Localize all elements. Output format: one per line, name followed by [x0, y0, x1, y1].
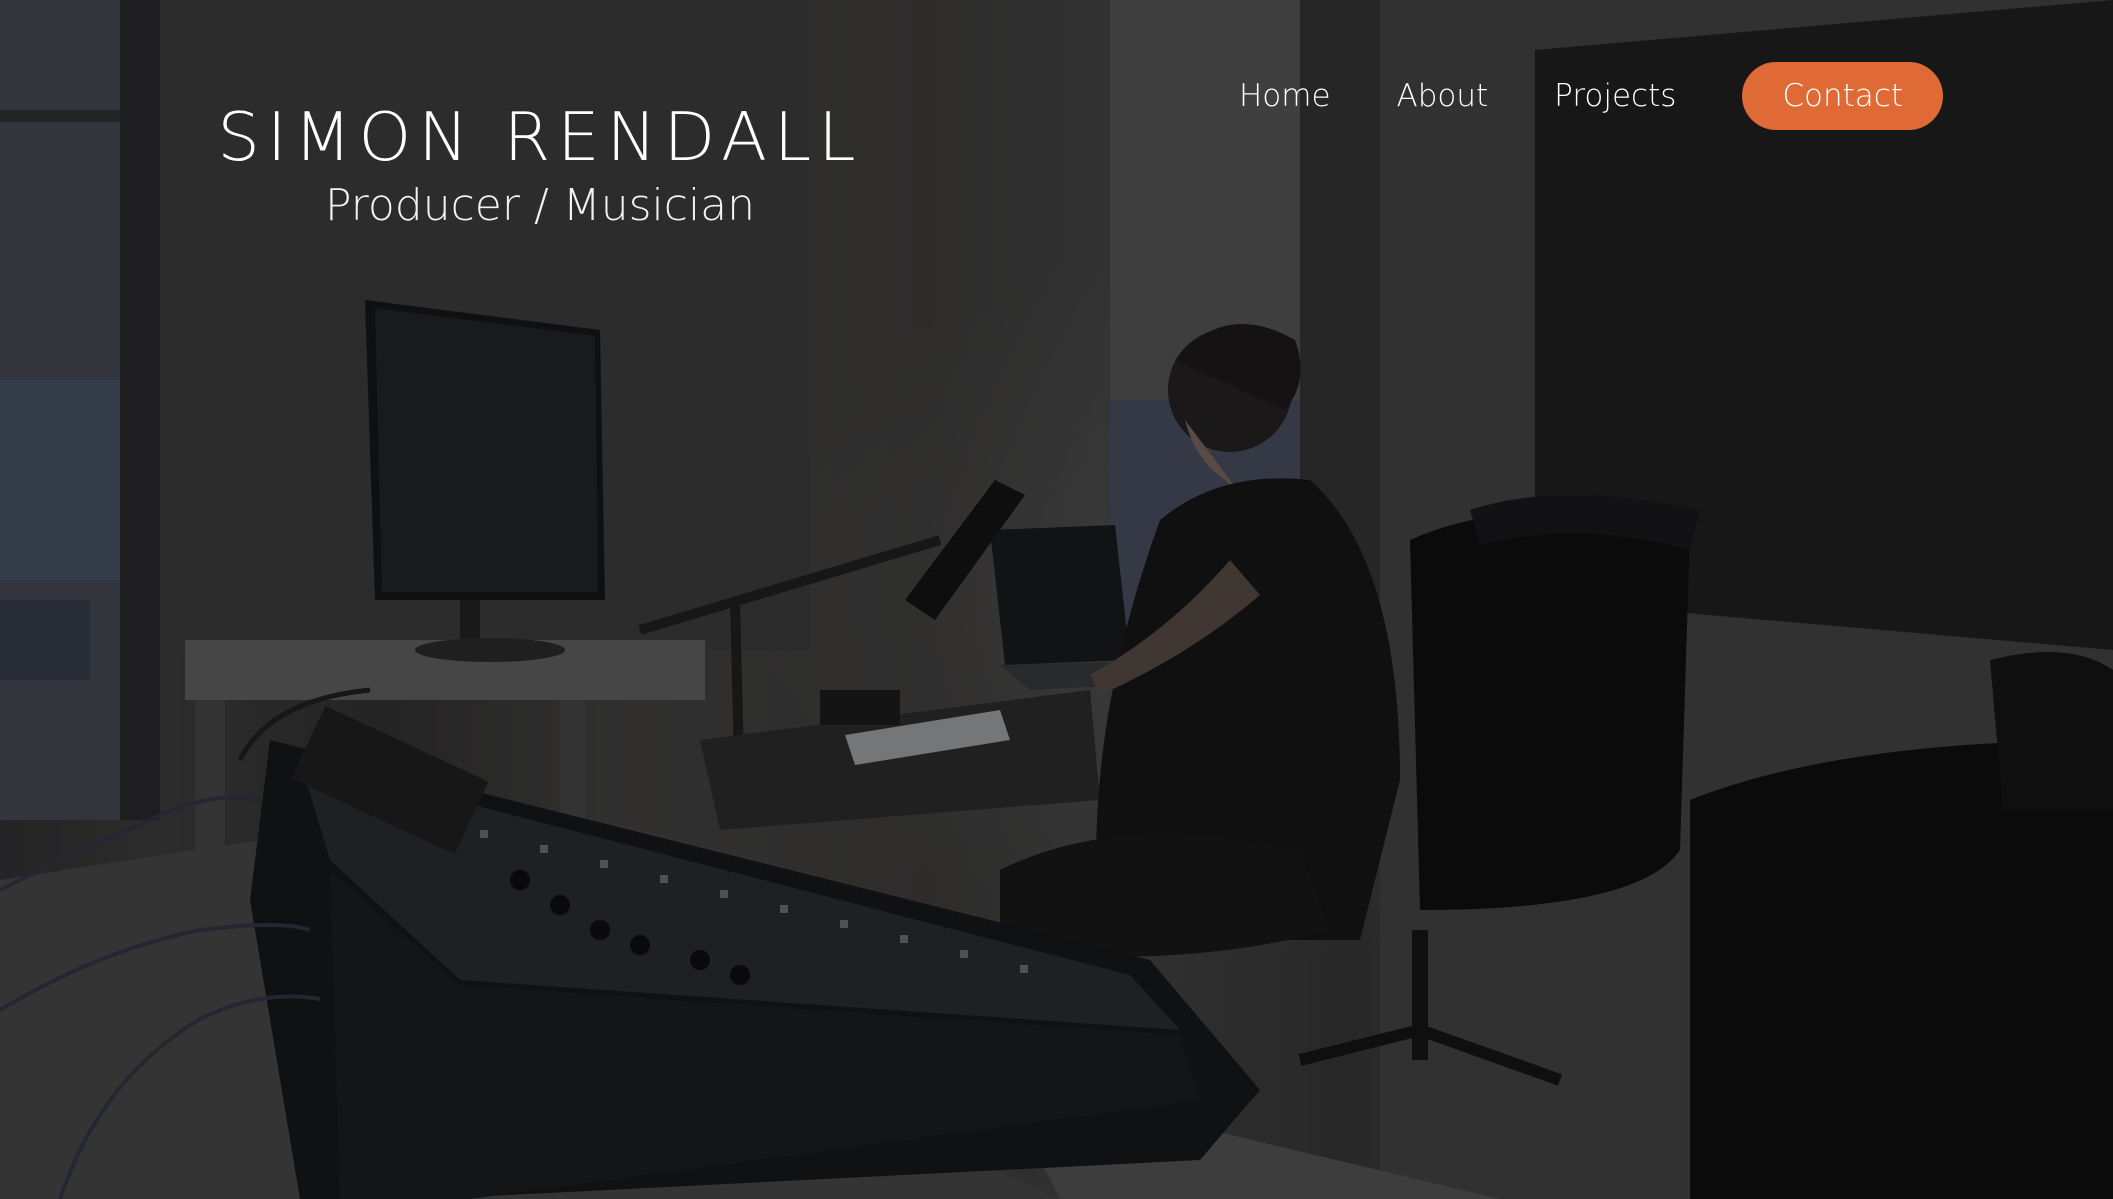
contact-button[interactable]: Contact	[1742, 62, 1943, 130]
site-name[interactable]: SIMON RENDALL	[200, 96, 880, 178]
main-nav: Home About Projects Contact	[1239, 62, 1943, 130]
hero-section: SIMON RENDALL Producer / Musician Home A…	[0, 0, 2113, 1199]
site-tagline: Producer / Musician	[324, 180, 756, 231]
nav-link-about[interactable]: About	[1397, 78, 1489, 114]
site-brand: SIMON RENDALL Producer / Musician	[200, 96, 880, 234]
nav-link-projects[interactable]: Projects	[1554, 78, 1676, 114]
nav-link-home[interactable]: Home	[1239, 78, 1331, 114]
